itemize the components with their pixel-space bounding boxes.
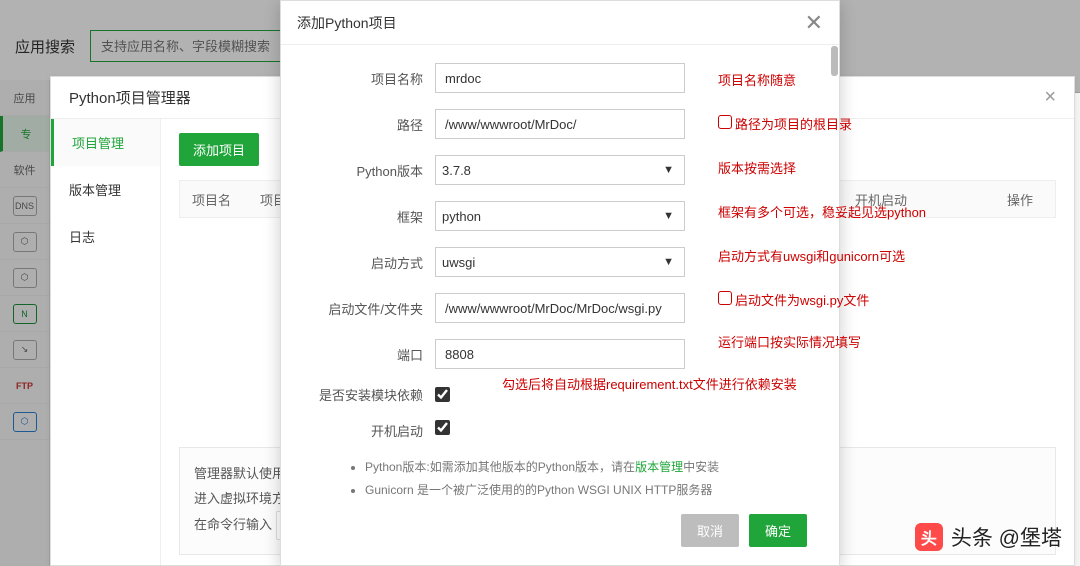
chevron-down-icon: ▼	[663, 164, 678, 176]
toutiao-logo-icon: 头	[915, 523, 943, 551]
sidebar-soft[interactable]: 软件	[0, 152, 49, 188]
chevron-down-icon: ▼	[663, 210, 678, 222]
label-startfile: 启动文件/文件夹	[305, 299, 435, 318]
project-name-input[interactable]	[435, 63, 685, 93]
tab-log[interactable]: 日志	[51, 213, 160, 260]
side-icon[interactable]: N	[0, 296, 49, 332]
annotation-start: 启动方式有uwsgi和gunicorn可选	[718, 246, 905, 265]
col-name: 项目名	[180, 190, 260, 209]
side-icon[interactable]: ⬡	[0, 224, 49, 260]
side-icon[interactable]: ⬡	[0, 260, 49, 296]
watermark-text: 头条 @堡塔	[951, 522, 1062, 552]
annotation-framework: 框架有多个可选，稳妥起见选python	[718, 202, 926, 221]
label-start: 启动方式	[305, 253, 435, 272]
label-path: 路径	[305, 115, 435, 134]
startup-method-select[interactable]: uwsgi▼	[435, 247, 685, 277]
side-icon[interactable]: FTP	[0, 368, 49, 404]
port-input[interactable]	[435, 339, 685, 369]
ok-button[interactable]: 确定	[749, 514, 807, 547]
panel-side-tabs: 项目管理 版本管理 日志	[51, 119, 161, 565]
annotation-box-icon	[718, 291, 732, 305]
tab-version[interactable]: 版本管理	[51, 166, 160, 213]
side-icon[interactable]: DNS	[0, 188, 49, 224]
label-pyver: Python版本	[305, 161, 435, 180]
annotation-box-icon	[718, 115, 732, 129]
note-line: Gunicorn 是一个被广泛使用的的Python WSGI UNIX HTTP…	[365, 479, 815, 502]
annotation-port: 运行端口按实际情况填写	[718, 332, 861, 351]
framework-select[interactable]: python▼	[435, 201, 685, 231]
sidebar-special[interactable]: 专	[0, 116, 49, 152]
watermark: 头 头条 @堡塔	[915, 522, 1062, 552]
annotation-name: 项目名称随意	[718, 70, 796, 89]
bg-sidebar: 应用 专 软件 DNS ⬡ ⬡ N ↘ FTP ⬡	[0, 80, 50, 566]
tab-project[interactable]: 项目管理	[51, 119, 160, 166]
add-project-button[interactable]: 添加项目	[179, 133, 259, 166]
annotation-pyver: 版本按需选择	[718, 158, 796, 177]
version-manage-link[interactable]: 版本管理	[635, 460, 683, 474]
label-boot: 开机启动	[305, 421, 435, 440]
label-name: 项目名称	[305, 69, 435, 88]
annotation-startfile: 启动文件为wsgi.py文件	[735, 290, 869, 309]
modal-title: 添加Python项目	[297, 13, 397, 33]
project-path-input[interactable]	[435, 109, 685, 139]
chevron-down-icon: ▼	[663, 256, 678, 268]
close-icon[interactable]: ✕	[805, 10, 823, 36]
note-line: Python版本:如需添加其他版本的Python版本，请在版本管理中安装	[365, 456, 815, 479]
startfile-input[interactable]	[435, 293, 685, 323]
boot-checkbox[interactable]	[435, 420, 450, 435]
python-version-select[interactable]: 3.7.8▼	[435, 155, 685, 185]
install-deps-checkbox[interactable]	[435, 387, 450, 402]
close-icon[interactable]: ×	[1044, 86, 1056, 109]
label-deps: 是否安装模块依赖	[305, 385, 435, 404]
modal-notes: Python版本:如需添加其他版本的Python版本，请在版本管理中安装 Gun…	[347, 456, 815, 502]
side-icon[interactable]: ↘	[0, 332, 49, 368]
cancel-button[interactable]: 取消	[681, 514, 739, 547]
annotation-path: 路径为项目的根目录	[735, 114, 852, 133]
modal-footer: 取消 确定	[305, 514, 815, 557]
label-port: 端口	[305, 345, 435, 364]
modal-header: 添加Python项目 ✕	[281, 1, 839, 45]
side-icon[interactable]: ⬡	[0, 404, 49, 440]
sidebar-app[interactable]: 应用	[0, 80, 49, 116]
col-op: 操作	[985, 190, 1055, 209]
annotation-deps: 勾选后将自动根据requirement.txt文件进行依赖安装	[502, 374, 797, 393]
panel-title: Python项目管理器	[69, 87, 191, 108]
search-label: 应用搜索	[15, 36, 75, 57]
label-framework: 框架	[305, 207, 435, 226]
